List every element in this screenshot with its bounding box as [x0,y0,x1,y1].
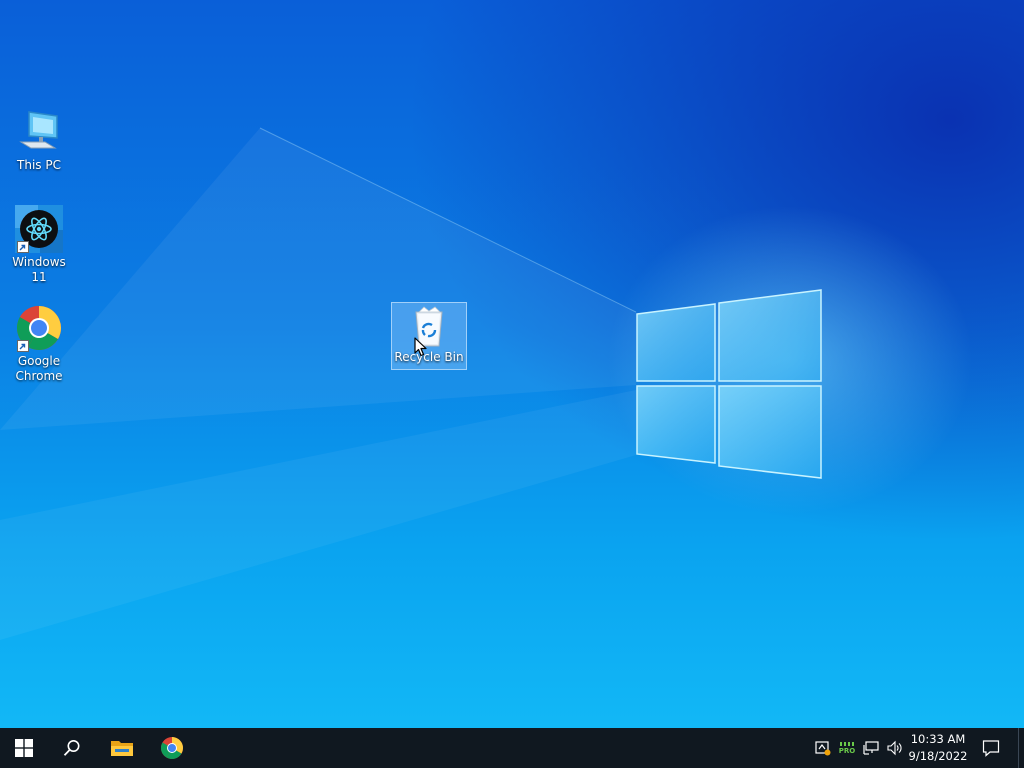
desktop-icon-google-chrome[interactable]: Google Chrome [4,304,74,384]
network-icon [863,741,879,755]
desktop-icon-label-line2: Chrome [15,369,63,383]
desktop-icon-label-line1: Google [17,354,61,368]
taskbar-file-explorer[interactable] [98,728,146,768]
clock-date: 9/18/2022 [908,749,968,763]
action-center-button[interactable] [976,728,1006,768]
shortcut-arrow-icon [17,241,29,253]
clock-time: 10:33 AM [910,732,966,746]
tray-pro-label: PRO [838,747,856,755]
tray-volume[interactable] [886,740,904,756]
desktop[interactable]: This PC Windows 11 Google Chrome Recycle… [0,0,1024,728]
start-button[interactable] [0,728,48,768]
volume-icon [887,740,902,756]
taskbar-clock[interactable]: 10:33 AM 9/18/2022 [905,731,971,765]
search-icon [63,740,80,756]
tray-defender[interactable] [814,740,832,756]
tray-pro[interactable]: PRO [838,740,856,756]
defender-icon [815,741,831,756]
desktop-icon-recycle-bin[interactable]: Recycle Bin [391,302,467,370]
desktop-icon-label: Recycle Bin [394,350,464,364]
chrome-icon [160,737,183,759]
desktop-icon-this-pc[interactable]: This PC [4,108,74,173]
search-button[interactable] [48,728,96,768]
file-explorer-icon [111,741,133,756]
desktop-icon-windows-11[interactable]: Windows 11 [4,205,74,285]
taskbar: PRO 10:33 AM 9/18/2022 [0,728,1024,768]
desktop-icon-label: This PC [17,158,61,172]
show-desktop-button[interactable] [1018,728,1019,768]
windows-start-icon [15,739,33,757]
desktop-icon-label: Windows 11 [12,255,66,284]
this-pc-icon [19,111,58,149]
taskbar-chrome[interactable] [148,728,196,768]
shortcut-arrow-icon [17,340,29,352]
wallpaper-windows-logo [0,127,822,640]
tray-network[interactable] [862,740,880,756]
mouse-cursor-icon [414,337,427,357]
action-center-icon [982,740,1000,757]
